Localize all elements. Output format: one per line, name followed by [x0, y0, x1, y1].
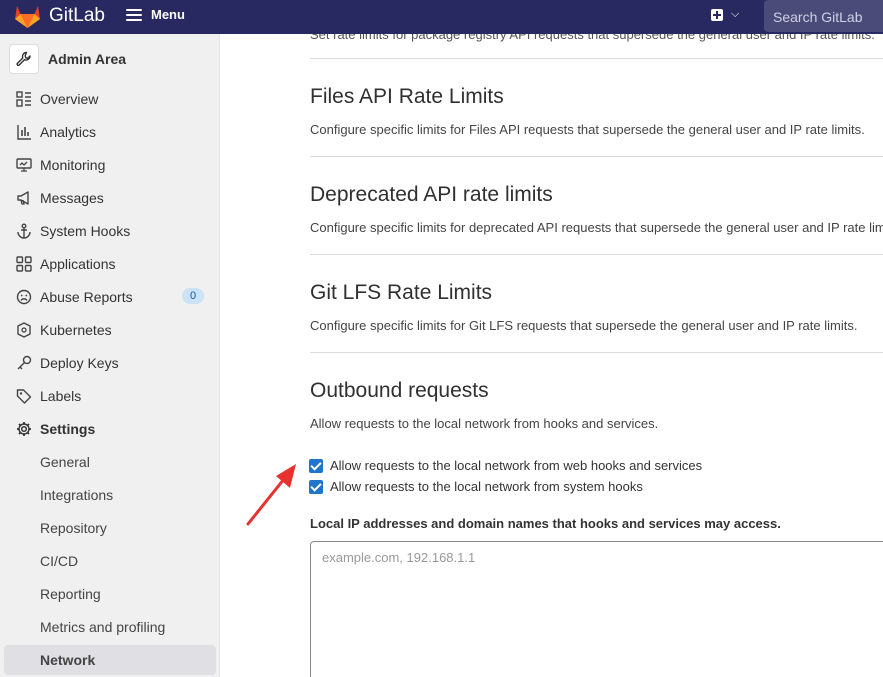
section-description: Configure specific limits for Git LFS re… [310, 318, 858, 333]
sidebar: Admin Area Overview Analytics Monitoring… [0, 34, 220, 677]
section-divider [310, 352, 883, 353]
brand-name[interactable]: GitLab [49, 5, 105, 27]
sidebar-item-label: Monitoring [40, 157, 106, 173]
sidebar-title: Admin Area [48, 51, 127, 67]
sidebar-item-messages[interactable]: Messages [4, 183, 216, 213]
hamburger-icon [126, 8, 142, 21]
section-divider [310, 156, 883, 157]
monitor-icon [16, 158, 32, 172]
sidebar-subitem-label: Repository [40, 520, 107, 536]
key-icon [17, 355, 32, 370]
sidebar-item-label: Applications [40, 256, 116, 272]
sidebar-subitem-repository[interactable]: Repository [4, 513, 216, 543]
checkbox-row-system-hooks[interactable]: Allow requests to the local network from… [309, 479, 643, 494]
menu-label: Menu [151, 7, 185, 22]
sidebar-item-label: Messages [40, 190, 104, 206]
sidebar-subitem-label: Integrations [40, 487, 114, 503]
section-divider [310, 254, 883, 255]
section-title-outbound-requests[interactable]: Outbound requests [310, 379, 489, 403]
sidebar-item-label: Analytics [40, 124, 97, 140]
sidebar-subitem-ci-cd[interactable]: CI/CD [4, 546, 216, 576]
section-description: Configure specific limits for Files API … [310, 122, 865, 137]
checkbox-row-web-hooks[interactable]: Allow requests to the local network from… [309, 458, 702, 473]
gitlab-logo-icon[interactable] [14, 3, 41, 29]
menu-button[interactable]: Menu [126, 7, 185, 22]
sidebar-item-label: Kubernetes [40, 322, 112, 338]
overview-icon [16, 91, 31, 107]
checkbox-web-hooks[interactable] [309, 458, 323, 473]
sidebar-subitem-label: Network [40, 652, 96, 668]
sidebar-item-label: Abuse Reports [40, 289, 133, 305]
megaphone-icon [17, 191, 29, 205]
sidebar-item-analytics[interactable]: Analytics [4, 117, 216, 147]
section-title-files-api[interactable]: Files API Rate Limits [310, 85, 504, 109]
wrench-icon [9, 44, 39, 74]
top-bar: GitLab Menu ⌵ Search GitLab [0, 0, 883, 34]
plus-square-icon [711, 8, 723, 21]
chevron-down-icon: ⌵ [731, 8, 740, 20]
allowlist-label: Local IP addresses and domain names that… [310, 516, 781, 531]
sidebar-subitem-label: Metrics and profiling [40, 619, 166, 635]
gear-icon [17, 422, 31, 436]
applications-icon [16, 256, 32, 272]
sidebar-header[interactable]: Admin Area [0, 42, 219, 76]
sidebar-item-label: System Hooks [40, 223, 131, 239]
sidebar-subitem-metrics[interactable]: Metrics and profiling [4, 612, 216, 642]
sidebar-item-overview[interactable]: Overview [4, 84, 216, 114]
sidebar-subitem-label: General [40, 454, 90, 470]
section-divider [310, 58, 883, 59]
section-description: Allow requests to the local network from… [310, 416, 659, 431]
checkbox-label[interactable]: Allow requests to the local network from… [330, 458, 702, 473]
search-input[interactable]: Search GitLab [764, 0, 883, 32]
chart-icon [17, 125, 31, 140]
tag-icon [16, 389, 32, 404]
main-content: Set rate limits for package registry API… [220, 34, 883, 677]
count-badge: 0 [182, 288, 204, 304]
sidebar-subitem-integrations[interactable]: Integrations [4, 480, 216, 510]
sad-face-icon [16, 289, 32, 305]
annotation-arrow-icon [246, 464, 296, 526]
sidebar-subitem-network[interactable]: Network [4, 645, 216, 675]
section-description: Configure specific limits for deprecated… [310, 220, 883, 235]
sidebar-item-applications[interactable]: Applications [4, 249, 216, 279]
sidebar-item-label: Overview [40, 91, 99, 107]
anchor-icon [17, 223, 31, 239]
sidebar-item-settings[interactable]: Settings [4, 414, 216, 444]
sidebar-subitem-label: CI/CD [40, 553, 79, 569]
section-title-git-lfs[interactable]: Git LFS Rate Limits [310, 281, 492, 305]
sidebar-item-label: Settings [40, 421, 96, 437]
sidebar-item-deploy-keys[interactable]: Deploy Keys [4, 348, 216, 378]
sidebar-item-label: Deploy Keys [40, 355, 119, 371]
sidebar-item-label: Labels [40, 388, 82, 404]
clipped-section-description: Set rate limits for package registry API… [310, 34, 875, 42]
sidebar-subitem-label: Reporting [40, 586, 101, 602]
sidebar-subitem-reporting[interactable]: Reporting [4, 579, 216, 609]
new-dropdown-button[interactable]: ⌵ [711, 8, 739, 21]
sidebar-item-abuse-reports[interactable]: Abuse Reports 0 [4, 282, 216, 312]
sidebar-item-system-hooks[interactable]: System Hooks [4, 216, 216, 246]
section-title-deprecated-api[interactable]: Deprecated API rate limits [310, 183, 553, 207]
kubernetes-icon [17, 322, 31, 338]
checkbox-system-hooks[interactable] [309, 479, 323, 494]
sidebar-item-labels[interactable]: Labels [4, 381, 216, 411]
checkbox-label[interactable]: Allow requests to the local network from… [330, 479, 643, 494]
sidebar-item-kubernetes[interactable]: Kubernetes [4, 315, 216, 345]
sidebar-subitem-general[interactable]: General [4, 447, 216, 477]
sidebar-item-monitoring[interactable]: Monitoring [4, 150, 216, 180]
allowlist-textarea[interactable]: example.com, 192.168.1.1 [310, 541, 883, 677]
